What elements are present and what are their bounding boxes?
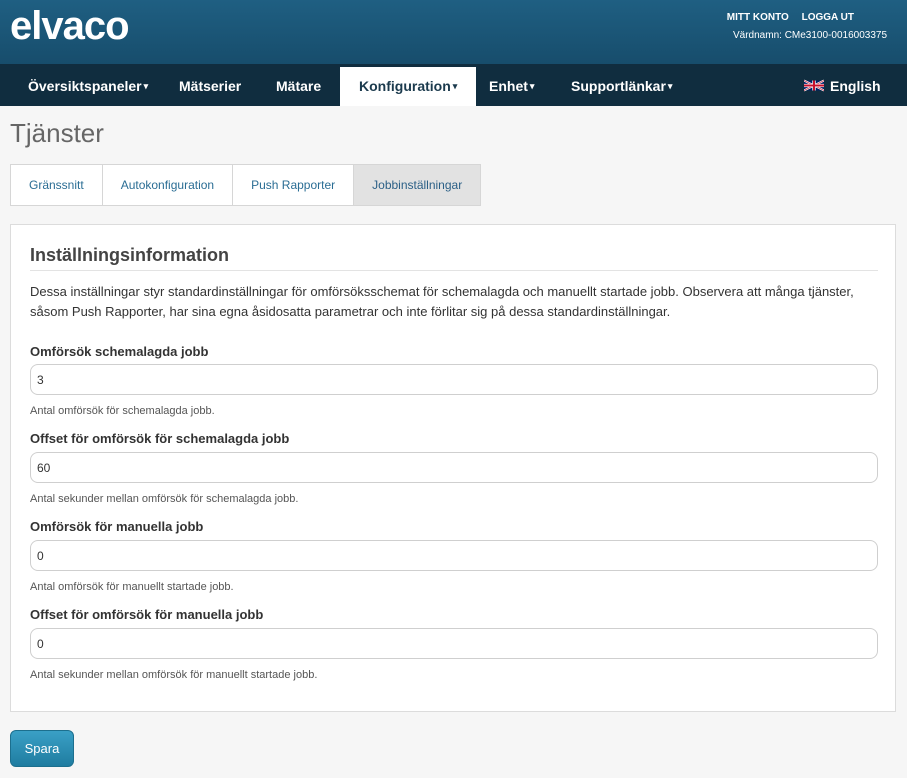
main-navbar: Översiktspaneler ▾ Mätserier Mätare Konfi… xyxy=(0,64,907,106)
tab-autokonfiguration[interactable]: Autokonfiguration xyxy=(103,165,234,205)
manual-retries-help: Antal omförsök för manuellt startade job… xyxy=(30,581,234,593)
panel-heading: Inställningsinformation xyxy=(30,245,230,265)
language-label: English xyxy=(830,78,881,94)
scheduled-retries-input[interactable] xyxy=(30,364,878,395)
nav-item-label: Mätare xyxy=(276,78,322,94)
nav-item-konfiguration[interactable]: Konfiguration ▾ xyxy=(340,67,477,106)
language-selector[interactable]: English xyxy=(804,64,881,106)
hostname-label: Värdnamn: CMe3100-0016003375 xyxy=(733,30,887,41)
manual-offset-input[interactable] xyxy=(30,628,878,659)
logout-link[interactable]: LOGGA UT xyxy=(802,12,854,23)
chevron-down-icon: ▾ xyxy=(452,81,458,91)
chevron-down-icon: ▾ xyxy=(529,81,535,91)
nav-item-enhet[interactable]: Enhet ▾ xyxy=(489,64,534,106)
divider xyxy=(30,270,878,271)
nav-item-oversiktspaneler[interactable]: Översiktspaneler ▾ xyxy=(28,64,148,106)
manual-retries-label: Omförsök för manuella jobb xyxy=(30,519,204,534)
top-header: elvaco MITT KONTO LOGGA UT Värdnamn: CMe… xyxy=(0,0,907,64)
manual-offset-label: Offset för omförsök för manuella jobb xyxy=(30,607,264,622)
nav-item-label: Supportlänkar xyxy=(571,78,666,94)
nav-item-supportlankar[interactable]: Supportlänkar ▾ xyxy=(571,64,672,106)
scheduled-retries-help: Antal omförsök för schemalagda jobb. xyxy=(30,405,215,417)
account-links: MITT KONTO LOGGA UT xyxy=(717,12,854,23)
scheduled-offset-label: Offset för omförsök för schemalagda jobb xyxy=(30,431,290,446)
uk-flag-icon xyxy=(804,79,824,92)
chevron-down-icon: ▾ xyxy=(143,81,149,91)
nav-item-label: Översiktspaneler xyxy=(28,78,142,94)
scheduled-offset-help: Antal sekunder mellan omförsök för schem… xyxy=(30,493,299,505)
chevron-down-icon: ▾ xyxy=(667,81,673,91)
my-account-link[interactable]: MITT KONTO xyxy=(727,12,789,23)
nav-item-label: Enhet xyxy=(489,78,528,94)
nav-item-label: Konfiguration xyxy=(359,78,451,94)
tab-push-rapporter[interactable]: Push Rapporter xyxy=(233,165,355,205)
nav-item-label: Mätserier xyxy=(179,78,242,94)
scheduled-retries-label: Omförsök schemalagda jobb xyxy=(30,344,209,359)
nav-item-matare[interactable]: Mätare xyxy=(276,64,321,106)
tab-jobbinstallningar[interactable]: Jobbinställningar xyxy=(354,165,481,205)
settings-panel: Inställningsinformation Dessa inställnin… xyxy=(10,224,896,712)
tab-gransnitt[interactable]: Gränssnitt xyxy=(11,165,103,205)
manual-offset-help: Antal sekunder mellan omförsök för manue… xyxy=(30,669,318,681)
save-button[interactable]: Spara xyxy=(10,730,74,767)
service-tabs: Gränssnitt Autokonfiguration Push Rappor… xyxy=(10,164,482,206)
page-title: Tjänster xyxy=(10,118,104,148)
scheduled-offset-input[interactable] xyxy=(30,452,878,483)
panel-description: Dessa inställningar styr standardinställ… xyxy=(30,284,854,319)
nav-item-matserier[interactable]: Mätserier xyxy=(179,64,241,106)
manual-retries-input[interactable] xyxy=(30,540,878,571)
elvaco-logo[interactable]: elvaco xyxy=(10,4,130,49)
